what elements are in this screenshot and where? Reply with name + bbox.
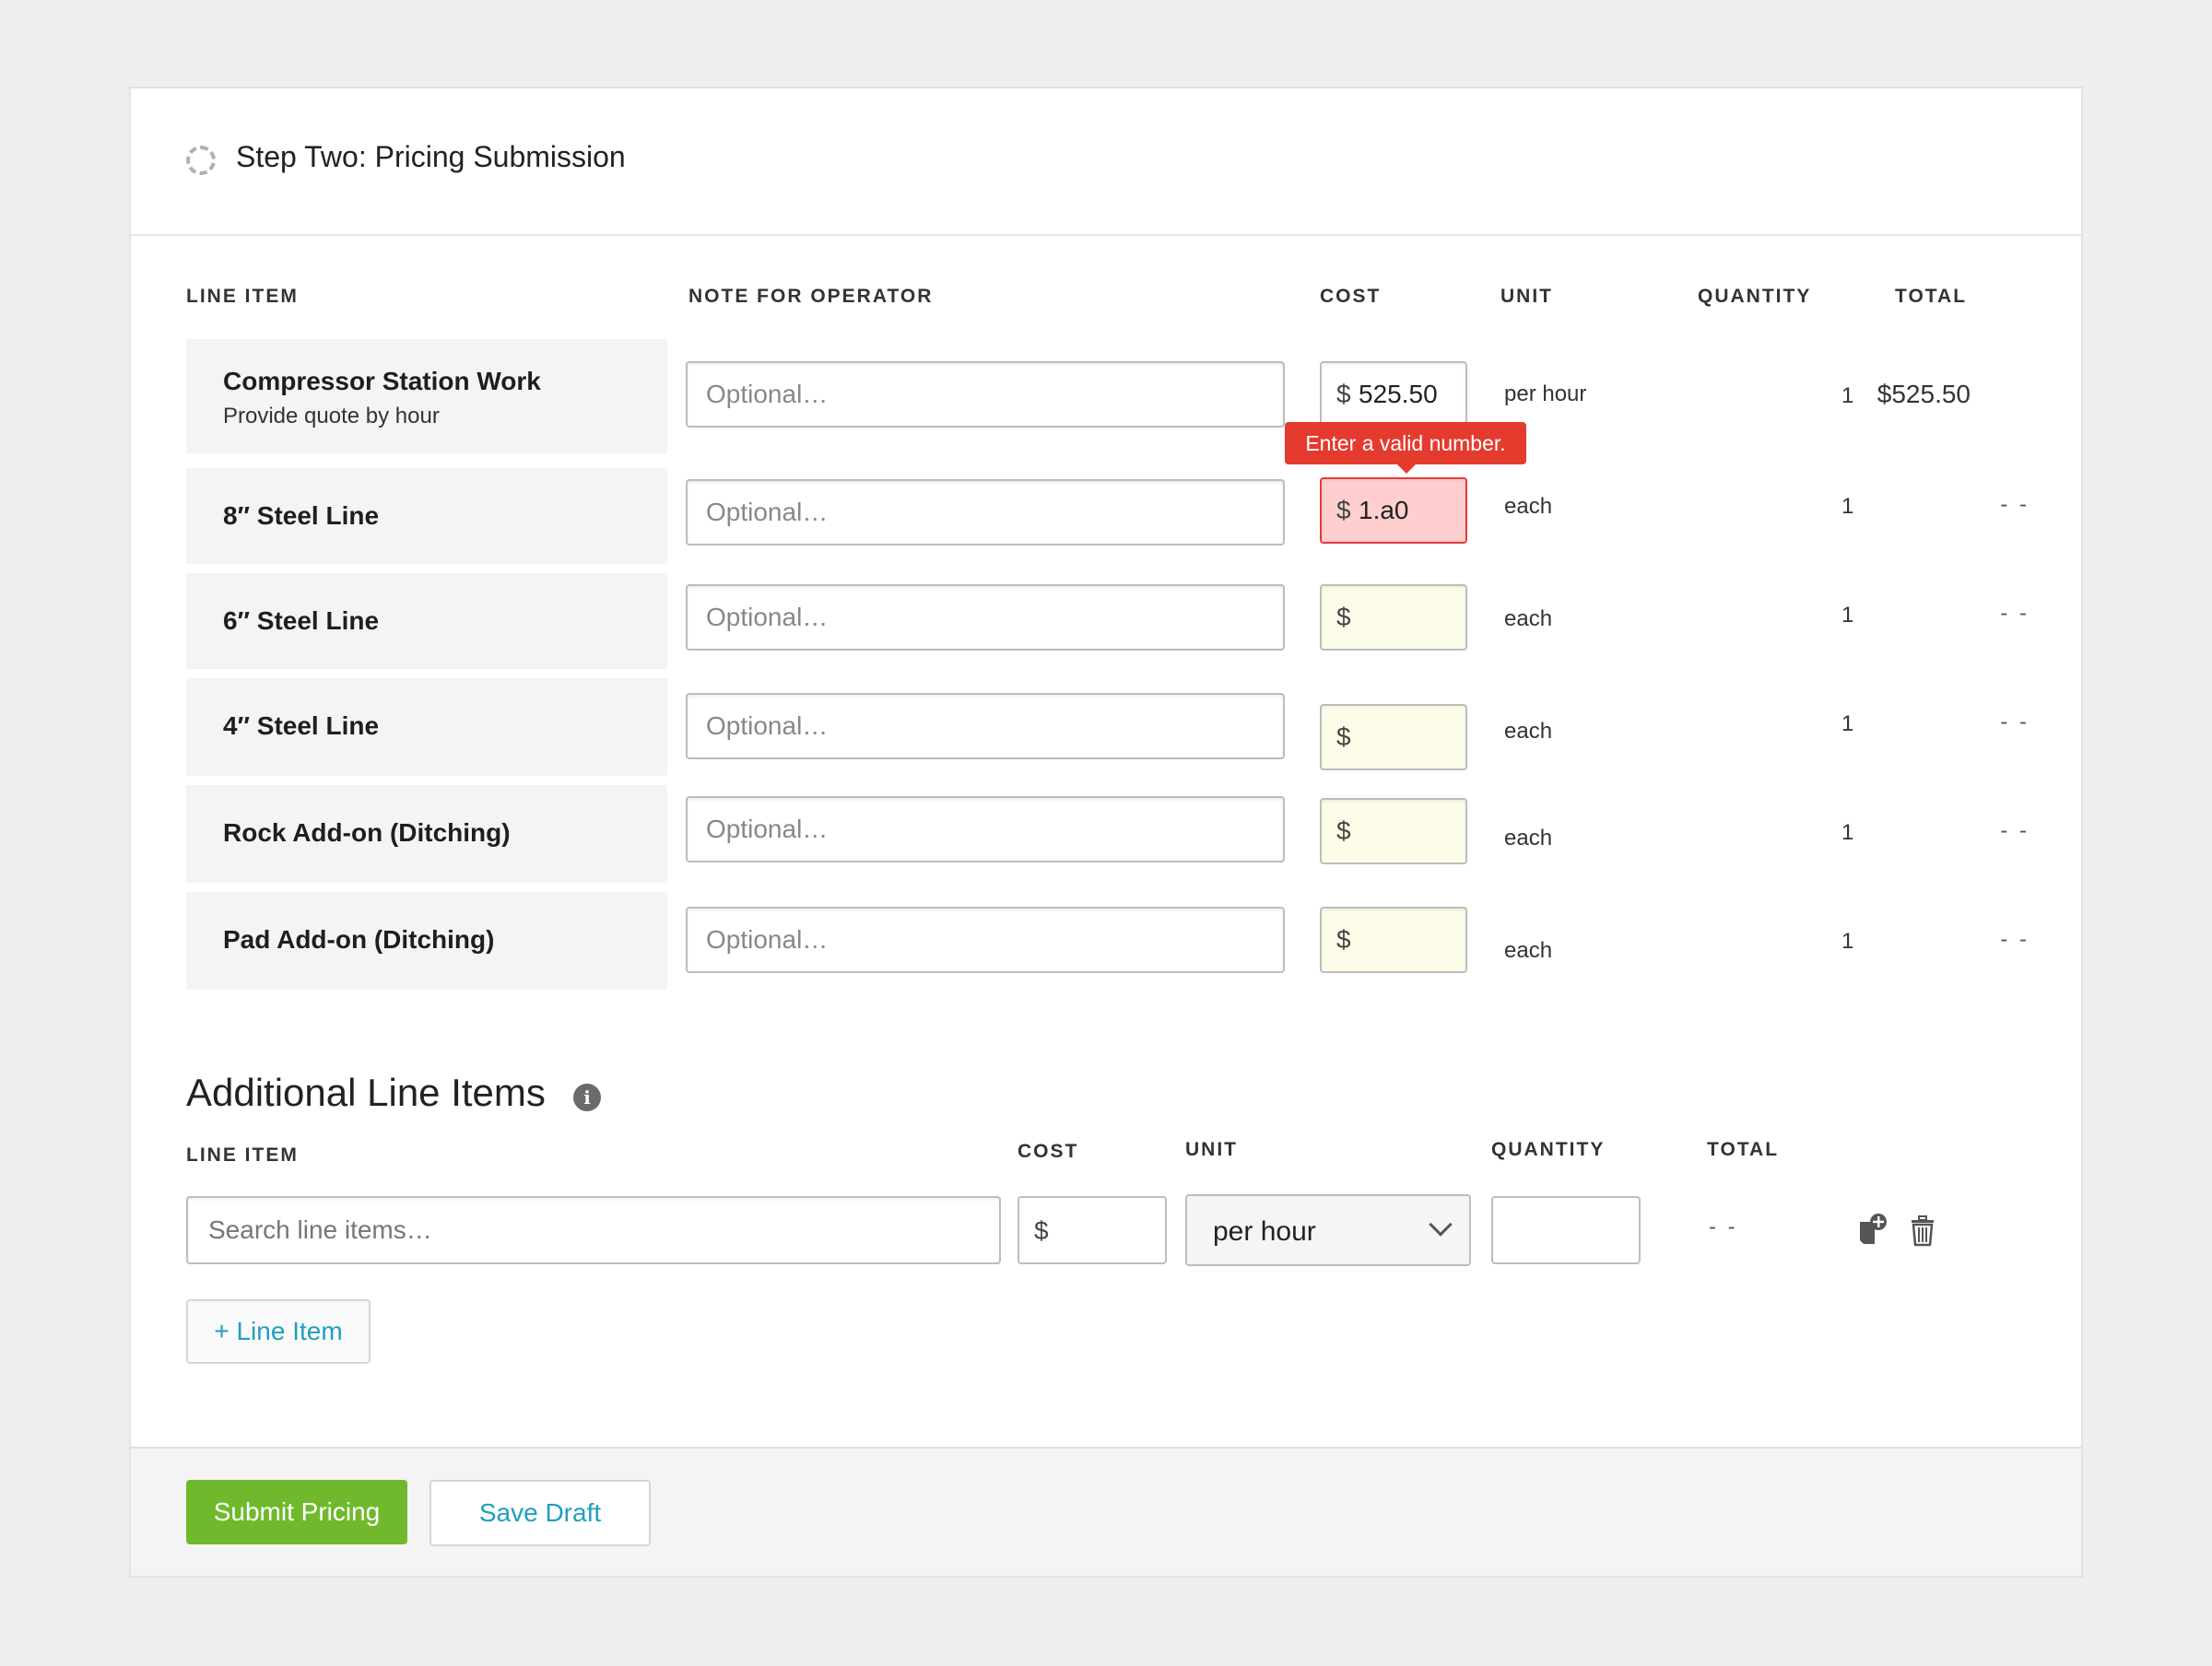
line-item-row-label: Pad Add-on (Ditching) <box>186 892 667 990</box>
info-icon[interactable]: i <box>573 1084 601 1111</box>
card-header: Step Two: Pricing Submission <box>131 88 2081 236</box>
dollar-sign: $ <box>1336 380 1351 408</box>
quantity-value: 1 <box>1841 820 1854 845</box>
dollar-sign: $ <box>1034 1216 1049 1245</box>
quantity-value: 1 <box>1841 383 1854 408</box>
column-header-cost: COST <box>1320 286 1382 307</box>
cost-input[interactable]: $ <box>1320 907 1467 973</box>
row-total: - - <box>2000 818 2030 843</box>
row-total: - - <box>2000 927 2030 952</box>
page-title: Step Two: Pricing Submission <box>236 140 626 173</box>
line-item-row-label: 6″ Steel Line <box>186 573 667 669</box>
operator-note-input[interactable] <box>686 693 1285 759</box>
column-header-quantity: QUANTITY <box>1491 1139 1606 1160</box>
card-footer: Submit Pricing Save Draft <box>131 1447 2081 1576</box>
add-line-item-button[interactable]: + Line Item <box>186 1299 371 1364</box>
line-item-subtitle: Provide quote by hour <box>223 404 440 428</box>
operator-note-input[interactable] <box>686 361 1285 428</box>
cost-input[interactable]: $ 525.50 <box>1320 361 1467 428</box>
loading-spinner-icon <box>186 146 216 175</box>
dollar-sign: $ <box>1336 603 1351 631</box>
dollar-sign: $ <box>1336 722 1351 751</box>
line-item-name: 4″ Steel Line <box>223 711 380 740</box>
cost-input[interactable]: $ <box>1320 584 1467 651</box>
line-item-row-label: 8″ Steel Line <box>186 468 667 564</box>
additional-cost-input[interactable]: $ <box>1018 1196 1167 1264</box>
dollar-sign: $ <box>1336 925 1351 954</box>
cost-input[interactable]: $ <box>1320 704 1467 770</box>
quantity-value: 1 <box>1841 711 1854 736</box>
duplicate-line-item-icon[interactable] <box>1854 1213 1891 1250</box>
cost-input[interactable]: $ <box>1320 798 1467 864</box>
column-header-total: TOTAL <box>1707 1139 1780 1160</box>
column-header-unit: UNIT <box>1185 1139 1238 1160</box>
dollar-sign: $ <box>1336 496 1351 524</box>
operator-note-input[interactable] <box>686 584 1285 651</box>
line-item-name: Pad Add-on (Ditching) <box>223 925 495 954</box>
line-item-name: Compressor Station Work <box>223 367 541 395</box>
additional-quantity-input[interactable] <box>1491 1196 1641 1264</box>
section-title: Additional Line Items <box>186 1071 546 1114</box>
pricing-card: Step Two: Pricing Submission LINE ITEM N… <box>129 87 2083 1578</box>
unit-label: per hour <box>1504 381 1587 406</box>
unit-label: each <box>1504 826 1553 851</box>
chevron-down-icon <box>1429 1213 1453 1237</box>
operator-note-input[interactable] <box>686 907 1285 973</box>
quantity-value: 1 <box>1841 494 1854 519</box>
error-tooltip: Enter a valid number. <box>1285 422 1526 474</box>
quantity-value: 1 <box>1841 603 1854 628</box>
line-item-row-label: Compressor Station Work Provide quote by… <box>186 339 667 453</box>
submit-pricing-button[interactable]: Submit Pricing <box>186 1480 407 1544</box>
unit-label: each <box>1504 938 1553 963</box>
cost-value: 1.a0 <box>1359 496 1409 524</box>
save-draft-button[interactable]: Save Draft <box>429 1480 651 1546</box>
trash-icon[interactable] <box>1904 1213 1941 1250</box>
column-header-cost: COST <box>1018 1141 1079 1162</box>
unit-select-value: per hour <box>1213 1216 1316 1247</box>
unit-label: each <box>1504 606 1553 631</box>
line-item-name: Rock Add-on (Ditching) <box>223 818 511 847</box>
unit-label: each <box>1504 494 1553 519</box>
column-header-quantity: QUANTITY <box>1698 286 1812 307</box>
cost-value: 525.50 <box>1359 380 1438 408</box>
row-total: - - <box>2000 710 2030 734</box>
line-item-search-input[interactable] <box>186 1196 1001 1264</box>
operator-note-input[interactable] <box>686 796 1285 862</box>
line-item-name: 6″ Steel Line <box>223 606 380 635</box>
unit-select[interactable]: per hour <box>1185 1194 1471 1266</box>
unit-label: each <box>1504 719 1553 744</box>
column-header-total: TOTAL <box>1895 286 1968 307</box>
column-header-line-item: LINE ITEM <box>186 286 299 307</box>
dollar-sign: $ <box>1336 816 1351 845</box>
row-total: - - <box>2000 492 2030 517</box>
line-item-name: 8″ Steel Line <box>223 501 380 530</box>
column-header-note: NOTE FOR OPERATOR <box>688 286 934 307</box>
quantity-value: 1 <box>1841 929 1854 954</box>
cost-input-error[interactable]: $ 1.a0 <box>1320 477 1467 544</box>
column-header-line-item: LINE ITEM <box>186 1144 299 1166</box>
line-item-row-label: Rock Add-on (Ditching) <box>186 785 667 883</box>
operator-note-input[interactable] <box>686 479 1285 546</box>
column-header-unit: UNIT <box>1500 286 1553 307</box>
row-total: $525.50 <box>1877 380 1971 408</box>
row-total: - - <box>2000 601 2030 626</box>
additional-total: - - <box>1709 1214 1738 1239</box>
line-item-row-label: 4″ Steel Line <box>186 678 667 776</box>
